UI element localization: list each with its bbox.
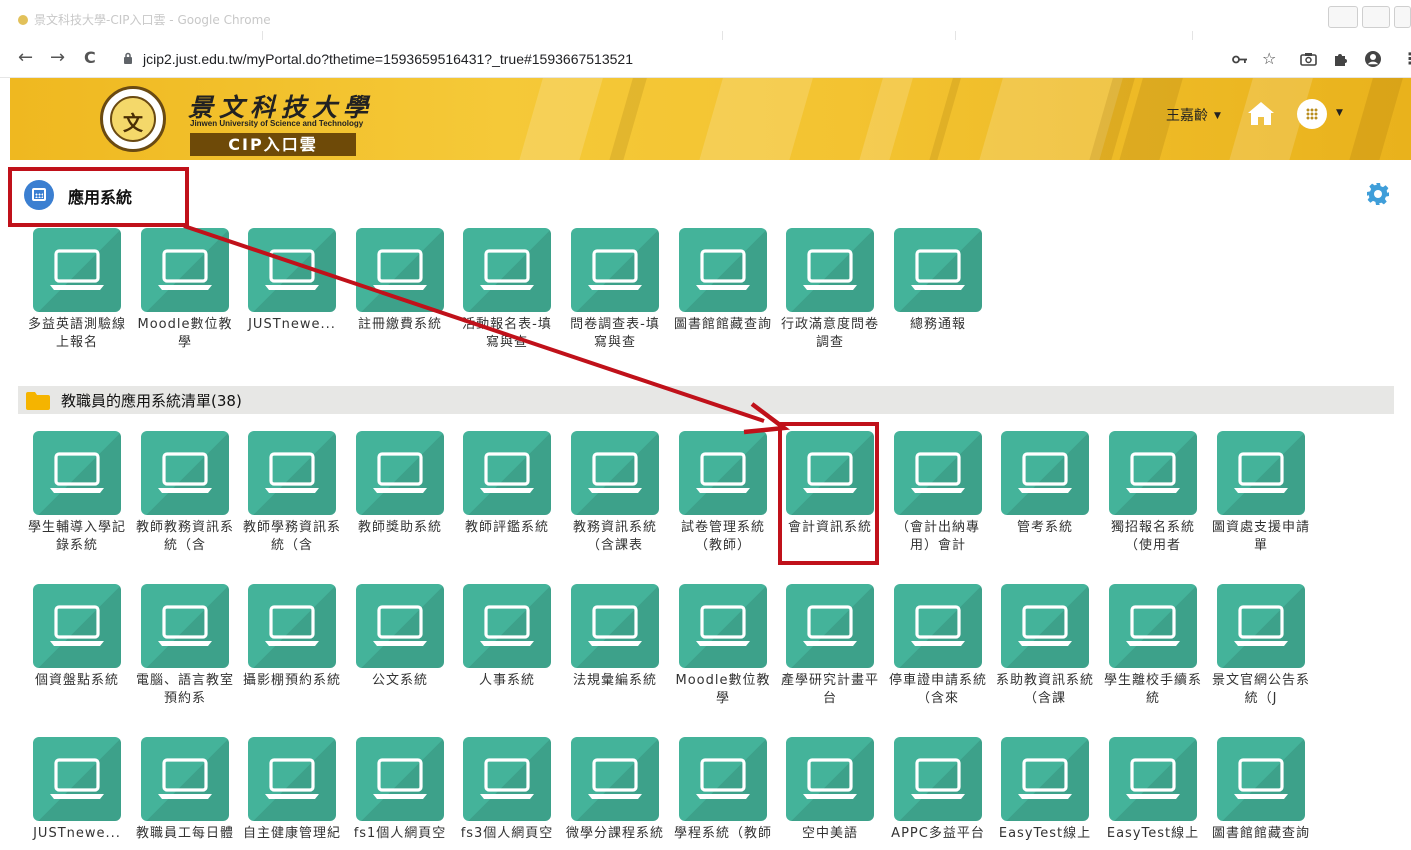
- screenshot: 景文科技大學-CIP入口雲 - Google Chrome ← → C jcip…: [0, 0, 1411, 850]
- annotation-arrow: [183, 224, 790, 435]
